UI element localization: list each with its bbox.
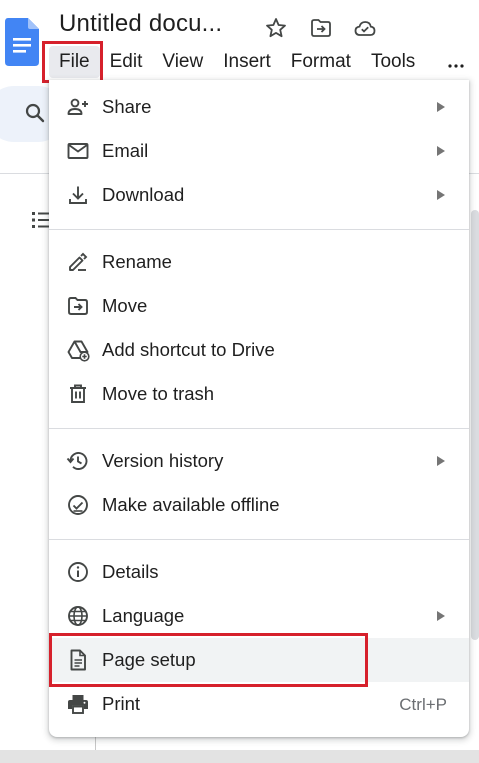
move-folder-icon [68,297,88,315]
menu-separator [49,229,469,230]
drive-shortcut-icon [67,340,90,362]
menu-format[interactable]: Format [281,46,361,78]
menu-item-label: Add shortcut to Drive [102,339,275,360]
menu-item-label: Share [102,96,152,117]
cloud-saved-icon[interactable] [353,16,377,40]
document-title[interactable]: Untitled docu... [59,10,222,38]
menu-item-language[interactable]: Language [49,594,469,638]
vertical-scrollbar[interactable] [471,210,479,640]
page-setup-highlight [49,633,368,687]
keyboard-shortcut: Ctrl+P [399,695,447,714]
menu-item-label: Email [102,140,149,161]
menu-item-make-offline[interactable]: Make available offline [49,483,469,527]
file-menu-highlight [42,41,103,83]
rename-pencil-icon [69,252,88,271]
mail-icon [67,143,89,159]
menu-bar: File Edit View Insert Format Tools [49,46,425,78]
menu-edit[interactable]: Edit [100,46,153,78]
docs-logo-icon[interactable] [5,18,39,66]
offline-check-icon [68,495,88,515]
person-add-icon [67,98,88,115]
menu-item-label: Version history [102,450,224,471]
menu-item-label: Language [102,605,185,626]
menu-item-move-to-trash[interactable]: Move to trash [49,372,469,416]
menu-item-print[interactable]: Print Ctrl+P [49,682,469,726]
menu-separator [49,539,469,540]
menu-item-label: Rename [102,251,172,272]
menu-insert[interactable]: Insert [213,46,281,78]
move-to-folder-icon[interactable] [309,16,333,40]
search-icon[interactable] [23,101,47,125]
menu-item-label: Print [102,693,141,714]
printer-icon [68,695,88,714]
menu-item-label: Move [102,295,148,316]
menu-item-download[interactable]: Download [49,173,469,217]
menu-view[interactable]: View [152,46,213,78]
menu-item-label: Make available offline [102,494,280,515]
menu-item-email[interactable]: Email [49,129,469,173]
menu-item-move[interactable]: Move [49,284,469,328]
menu-item-add-shortcut[interactable]: Add shortcut to Drive [49,328,469,372]
submenu-arrow-icon [437,190,445,200]
menu-item-rename[interactable]: Rename [49,240,469,284]
submenu-arrow-icon [437,146,445,156]
trash-icon [70,384,86,403]
globe-icon [68,606,88,626]
menu-item-label: Details [102,561,159,582]
menu-tools[interactable]: Tools [361,46,425,78]
menu-separator [49,428,469,429]
more-horizontal-icon[interactable] [446,60,466,70]
menu-item-share[interactable]: Share [49,85,469,129]
submenu-arrow-icon [437,456,445,466]
star-icon[interactable] [264,16,288,40]
menu-item-label: Move to trash [102,383,215,404]
submenu-arrow-icon [437,611,445,621]
info-icon [68,562,88,582]
menu-item-label: Download [102,184,185,205]
menu-item-version-history[interactable]: Version history [49,439,469,483]
history-icon [66,452,88,470]
submenu-arrow-icon [437,102,445,112]
download-icon [69,186,87,204]
menu-item-details[interactable]: Details [49,550,469,594]
horizontal-scrollbar[interactable] [0,750,479,763]
